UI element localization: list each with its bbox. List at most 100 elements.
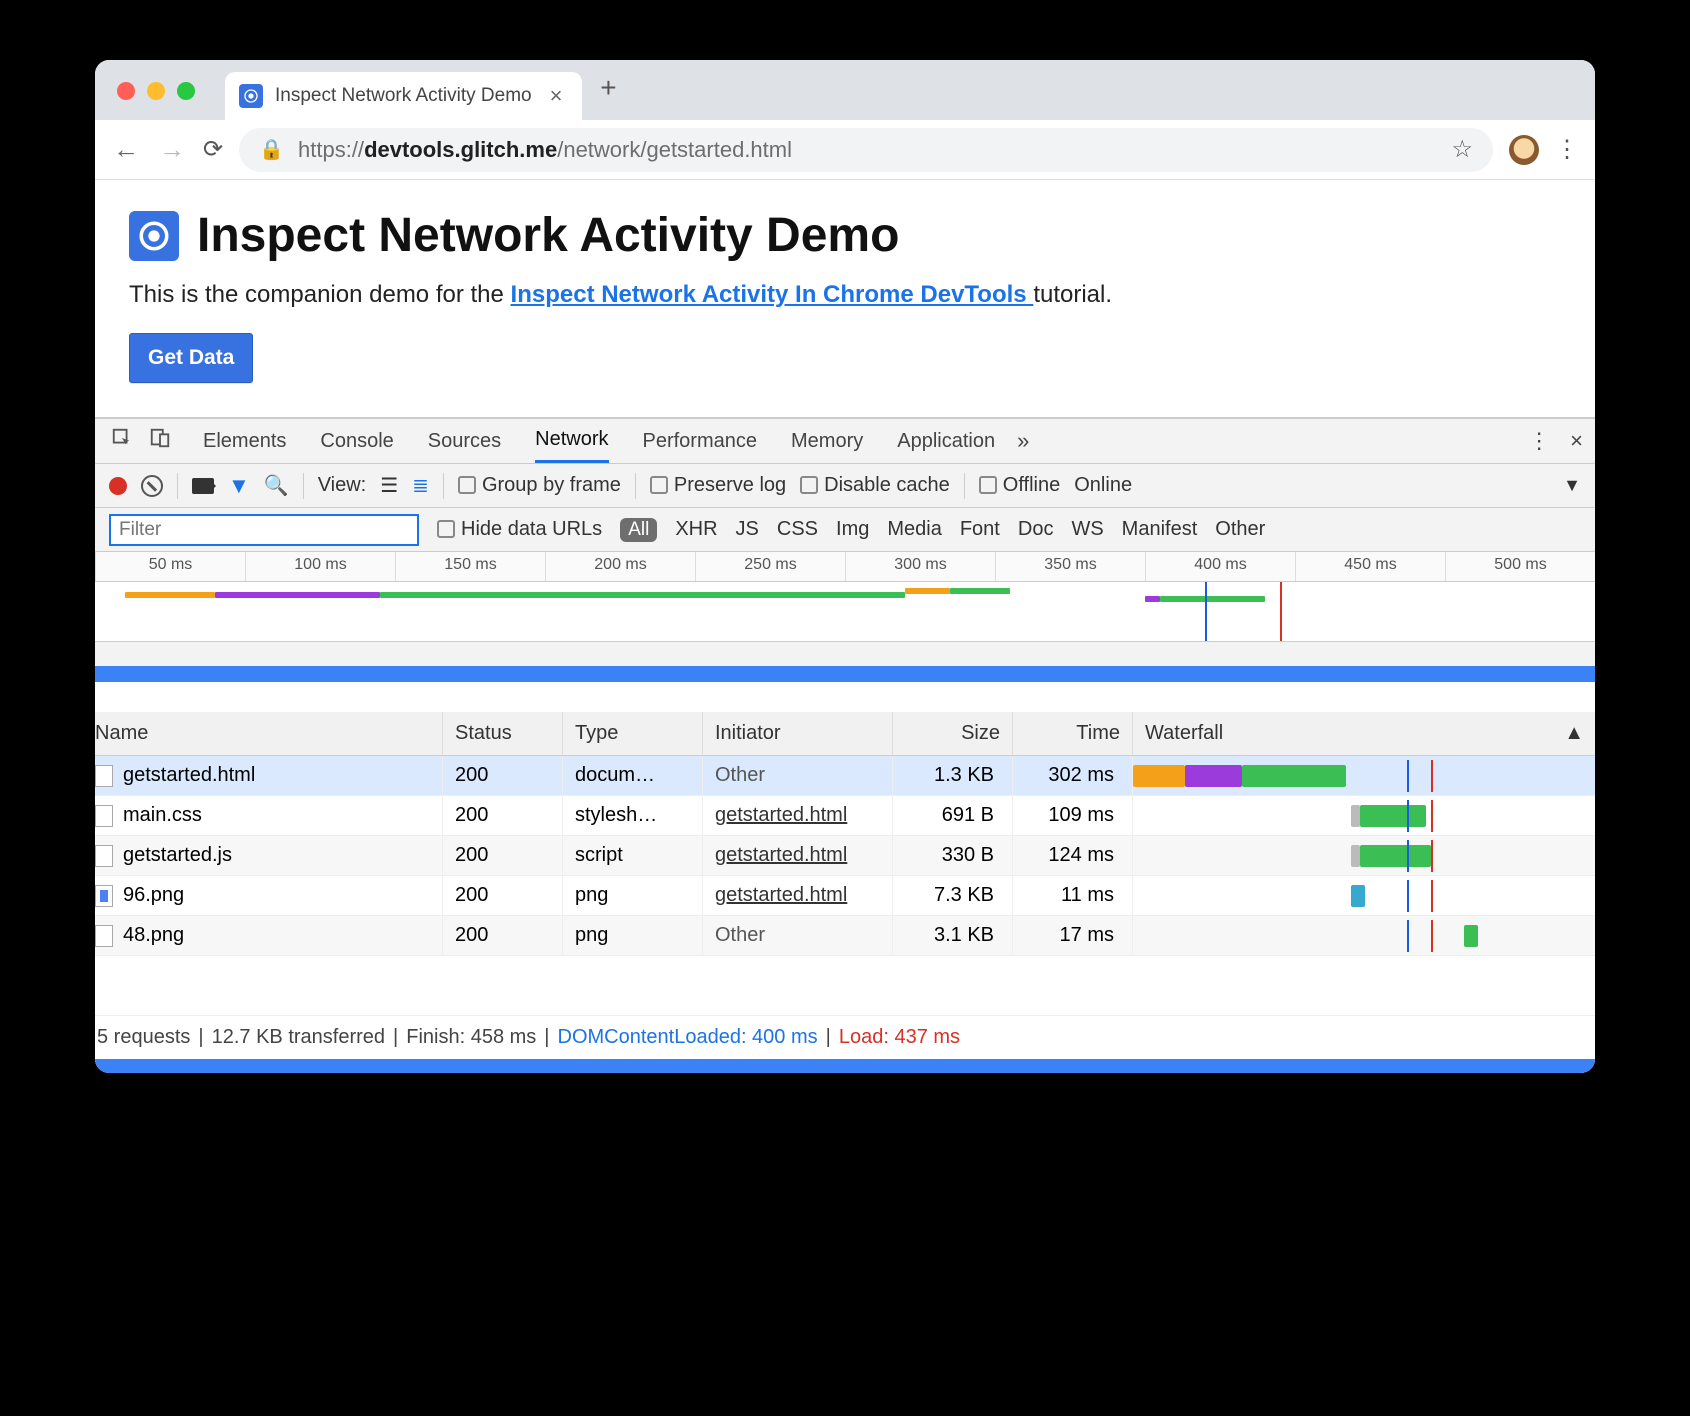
device-toolbar-icon[interactable]: [145, 427, 175, 455]
filter-type-ws[interactable]: WS: [1071, 518, 1103, 541]
group-by-frame-checkbox[interactable]: Group by frame: [458, 474, 621, 497]
more-tabs-icon[interactable]: »: [1017, 428, 1029, 454]
filter-type-img[interactable]: Img: [836, 518, 869, 541]
filter-icon[interactable]: ▼: [228, 473, 250, 499]
screenshot-icon[interactable]: [192, 478, 214, 494]
address-bar[interactable]: 🔒 https://devtools.glitch.me/network/get…: [239, 128, 1493, 172]
table-row[interactable]: 48.png200pngOther3.1 KB17 ms: [95, 916, 1595, 956]
window-controls: [117, 82, 195, 100]
throttling-dropdown-icon[interactable]: ▼: [1563, 475, 1581, 496]
request-initiator: Other: [703, 916, 893, 955]
filter-type-other[interactable]: Other: [1215, 518, 1265, 541]
filter-type-manifest[interactable]: Manifest: [1122, 518, 1198, 541]
col-name[interactable]: Name: [95, 712, 443, 755]
col-time[interactable]: Time: [1013, 712, 1133, 755]
request-status: 200: [443, 876, 563, 915]
disable-cache-checkbox[interactable]: Disable cache: [800, 474, 950, 497]
network-toolbar: ▼ 🔍 View: ☰ ≣ Group by frame Preserve lo…: [95, 464, 1595, 508]
close-tab-icon[interactable]: ×: [544, 83, 563, 109]
close-devtools-icon[interactable]: ×: [1570, 428, 1583, 454]
overview-bar: [950, 588, 1010, 594]
tutorial-link[interactable]: Inspect Network Activity In Chrome DevTo…: [511, 281, 1034, 308]
close-window-icon[interactable]: [117, 82, 135, 100]
large-rows-icon[interactable]: ☰: [380, 473, 398, 498]
inspect-element-icon[interactable]: [107, 427, 137, 455]
devtools-tab-performance[interactable]: Performance: [643, 419, 758, 463]
reload-button[interactable]: ⟳: [203, 135, 223, 164]
overview-marker: [1205, 582, 1207, 641]
ruler-tick: 400 ms: [1145, 552, 1295, 581]
filter-type-media[interactable]: Media: [887, 518, 941, 541]
get-data-button[interactable]: Get Data: [129, 333, 253, 383]
waterfall-cell: [1133, 840, 1595, 872]
request-time: 109 ms: [1013, 796, 1133, 835]
request-name: getstarted.html: [123, 764, 255, 787]
file-icon: [95, 885, 113, 907]
ruler-tick: 250 ms: [695, 552, 845, 581]
status-domcontentloaded: DOMContentLoaded: 400 ms: [558, 1026, 818, 1049]
devtools-logo-icon: [129, 211, 179, 261]
filter-input[interactable]: [109, 514, 419, 546]
waterfall-view-icon[interactable]: ≣: [412, 473, 429, 498]
maximize-window-icon[interactable]: [177, 82, 195, 100]
ruler-tick: 150 ms: [395, 552, 545, 581]
table-row[interactable]: getstarted.js200scriptgetstarted.html330…: [95, 836, 1595, 876]
devtools-tab-elements[interactable]: Elements: [203, 419, 286, 463]
col-initiator[interactable]: Initiator: [703, 712, 893, 755]
col-status[interactable]: Status: [443, 712, 563, 755]
new-tab-button[interactable]: +: [588, 72, 628, 108]
status-transferred: 12.7 KB transferred: [212, 1026, 385, 1049]
file-icon: [95, 845, 113, 867]
col-size[interactable]: Size: [893, 712, 1013, 755]
online-label[interactable]: Online: [1074, 474, 1132, 497]
request-status: 200: [443, 756, 563, 795]
filter-type-xhr[interactable]: XHR: [675, 518, 717, 541]
request-initiator[interactable]: getstarted.html: [703, 876, 893, 915]
back-button[interactable]: ←: [111, 134, 141, 165]
devtools-tab-console[interactable]: Console: [320, 419, 393, 463]
profile-avatar[interactable]: [1509, 135, 1539, 165]
col-waterfall[interactable]: Waterfall▲: [1133, 712, 1595, 755]
table-row[interactable]: 96.png200pnggetstarted.html7.3 KB11 ms: [95, 876, 1595, 916]
filter-type-css[interactable]: CSS: [777, 518, 818, 541]
status-load: Load: 437 ms: [839, 1026, 960, 1049]
timeline-overview[interactable]: [95, 582, 1595, 642]
devtools-tab-network[interactable]: Network: [535, 419, 608, 463]
request-time: 302 ms: [1013, 756, 1133, 795]
request-initiator[interactable]: getstarted.html: [703, 796, 893, 835]
hide-data-urls-checkbox[interactable]: Hide data URLs: [437, 518, 602, 541]
browser-menu-icon[interactable]: ⋮: [1555, 144, 1579, 156]
file-icon: [95, 925, 113, 947]
lock-icon: 🔒: [259, 137, 284, 162]
clear-icon[interactable]: [141, 475, 163, 497]
devtools-tab-application[interactable]: Application: [897, 419, 995, 463]
search-icon[interactable]: 🔍: [264, 473, 289, 498]
request-name: 48.png: [123, 924, 184, 947]
preserve-log-checkbox[interactable]: Preserve log: [650, 474, 786, 497]
browser-tab[interactable]: Inspect Network Activity Demo ×: [225, 72, 582, 120]
bookmark-star-icon[interactable]: ☆: [1451, 135, 1473, 164]
table-row[interactable]: main.css200stylesh…getstarted.html691 B1…: [95, 796, 1595, 836]
ruler-tick: 500 ms: [1445, 552, 1595, 581]
devtools-menu-icon[interactable]: ⋮: [1528, 428, 1550, 454]
filter-type-doc[interactable]: Doc: [1018, 518, 1054, 541]
overview-marker: [1280, 582, 1282, 641]
record-icon[interactable]: [109, 477, 127, 495]
intro-text: This is the companion demo for the Inspe…: [129, 281, 1561, 309]
network-status-bar: 5 requests | 12.7 KB transferred | Finis…: [95, 1016, 1595, 1059]
filter-type-font[interactable]: Font: [960, 518, 1000, 541]
request-type: png: [563, 916, 703, 955]
request-status: 200: [443, 836, 563, 875]
col-type[interactable]: Type: [563, 712, 703, 755]
filter-type-all[interactable]: All: [620, 518, 657, 542]
filter-type-js[interactable]: JS: [736, 518, 759, 541]
minimize-window-icon[interactable]: [147, 82, 165, 100]
overview-bar: [380, 592, 905, 598]
devtools-tab-sources[interactable]: Sources: [428, 419, 501, 463]
devtools-panel: Elements Console Sources Network Performance…: [95, 418, 1595, 1073]
tab-strip: Inspect Network Activity Demo × +: [95, 60, 1595, 120]
devtools-tab-memory[interactable]: Memory: [791, 419, 863, 463]
offline-checkbox[interactable]: Offline: [979, 474, 1060, 497]
request-initiator[interactable]: getstarted.html: [703, 836, 893, 875]
table-row[interactable]: getstarted.html200docum…Other1.3 KB302 m…: [95, 756, 1595, 796]
